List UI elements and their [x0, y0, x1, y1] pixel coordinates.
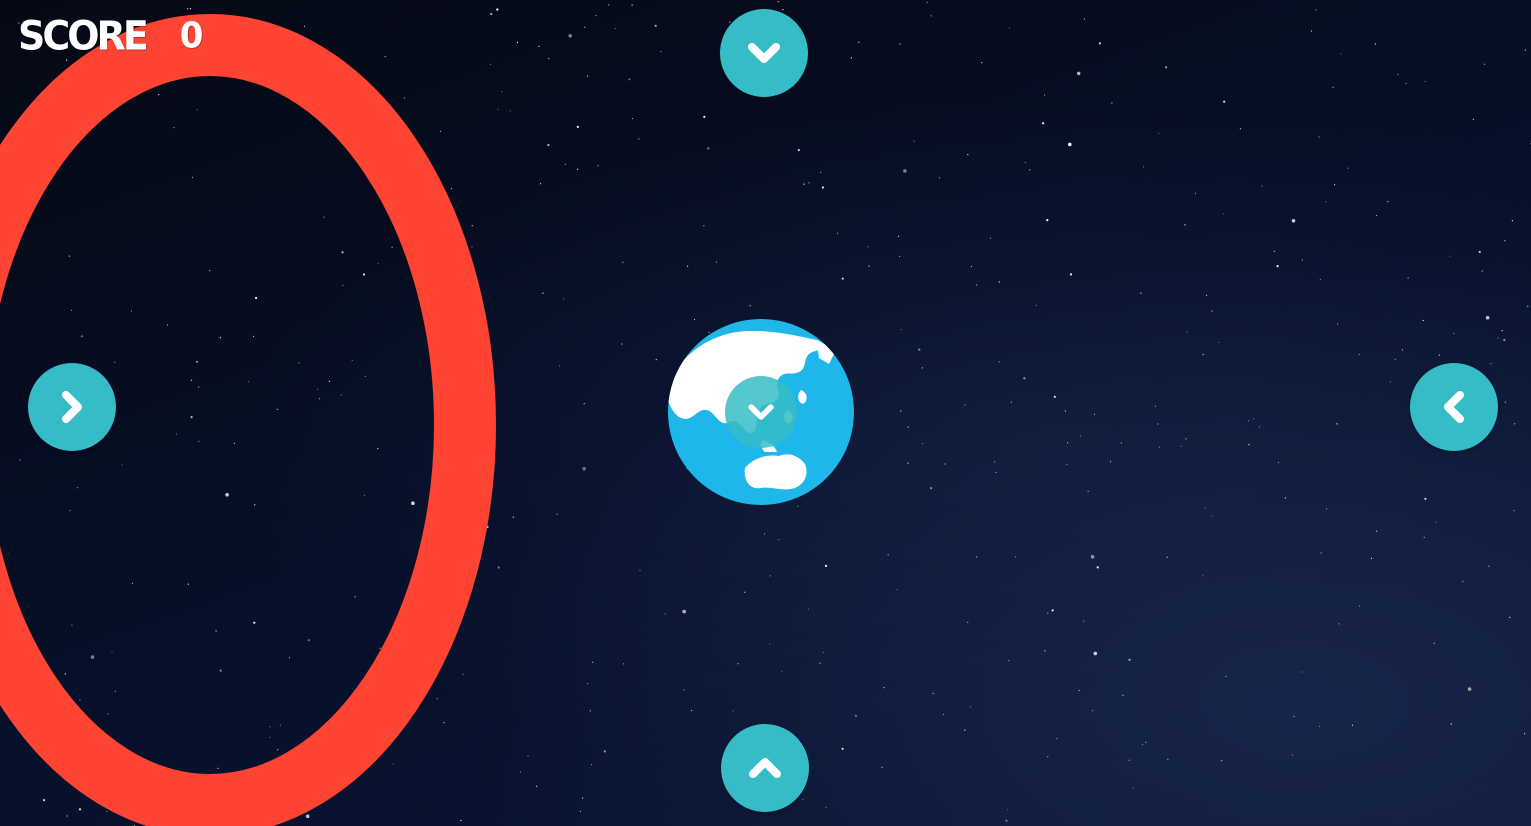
- score-display: SCORE 0: [18, 9, 203, 64]
- game-stage: SCORE 0: [0, 0, 1531, 826]
- chevron-down-icon: [748, 404, 774, 420]
- down-arrow-button-center[interactable]: [725, 376, 797, 448]
- chevron-down-icon: [748, 43, 780, 63]
- chevron-right-icon: [62, 391, 82, 423]
- chevron-up-icon: [749, 758, 781, 778]
- right-arrow-button-left[interactable]: [28, 363, 116, 451]
- up-arrow-button-bottom[interactable]: [721, 724, 809, 812]
- left-arrow-button-right[interactable]: [1410, 363, 1498, 451]
- score-value: 0: [179, 15, 204, 57]
- down-arrow-button-top[interactable]: [720, 9, 808, 97]
- score-label: SCORE: [18, 12, 149, 60]
- chevron-left-icon: [1444, 391, 1464, 423]
